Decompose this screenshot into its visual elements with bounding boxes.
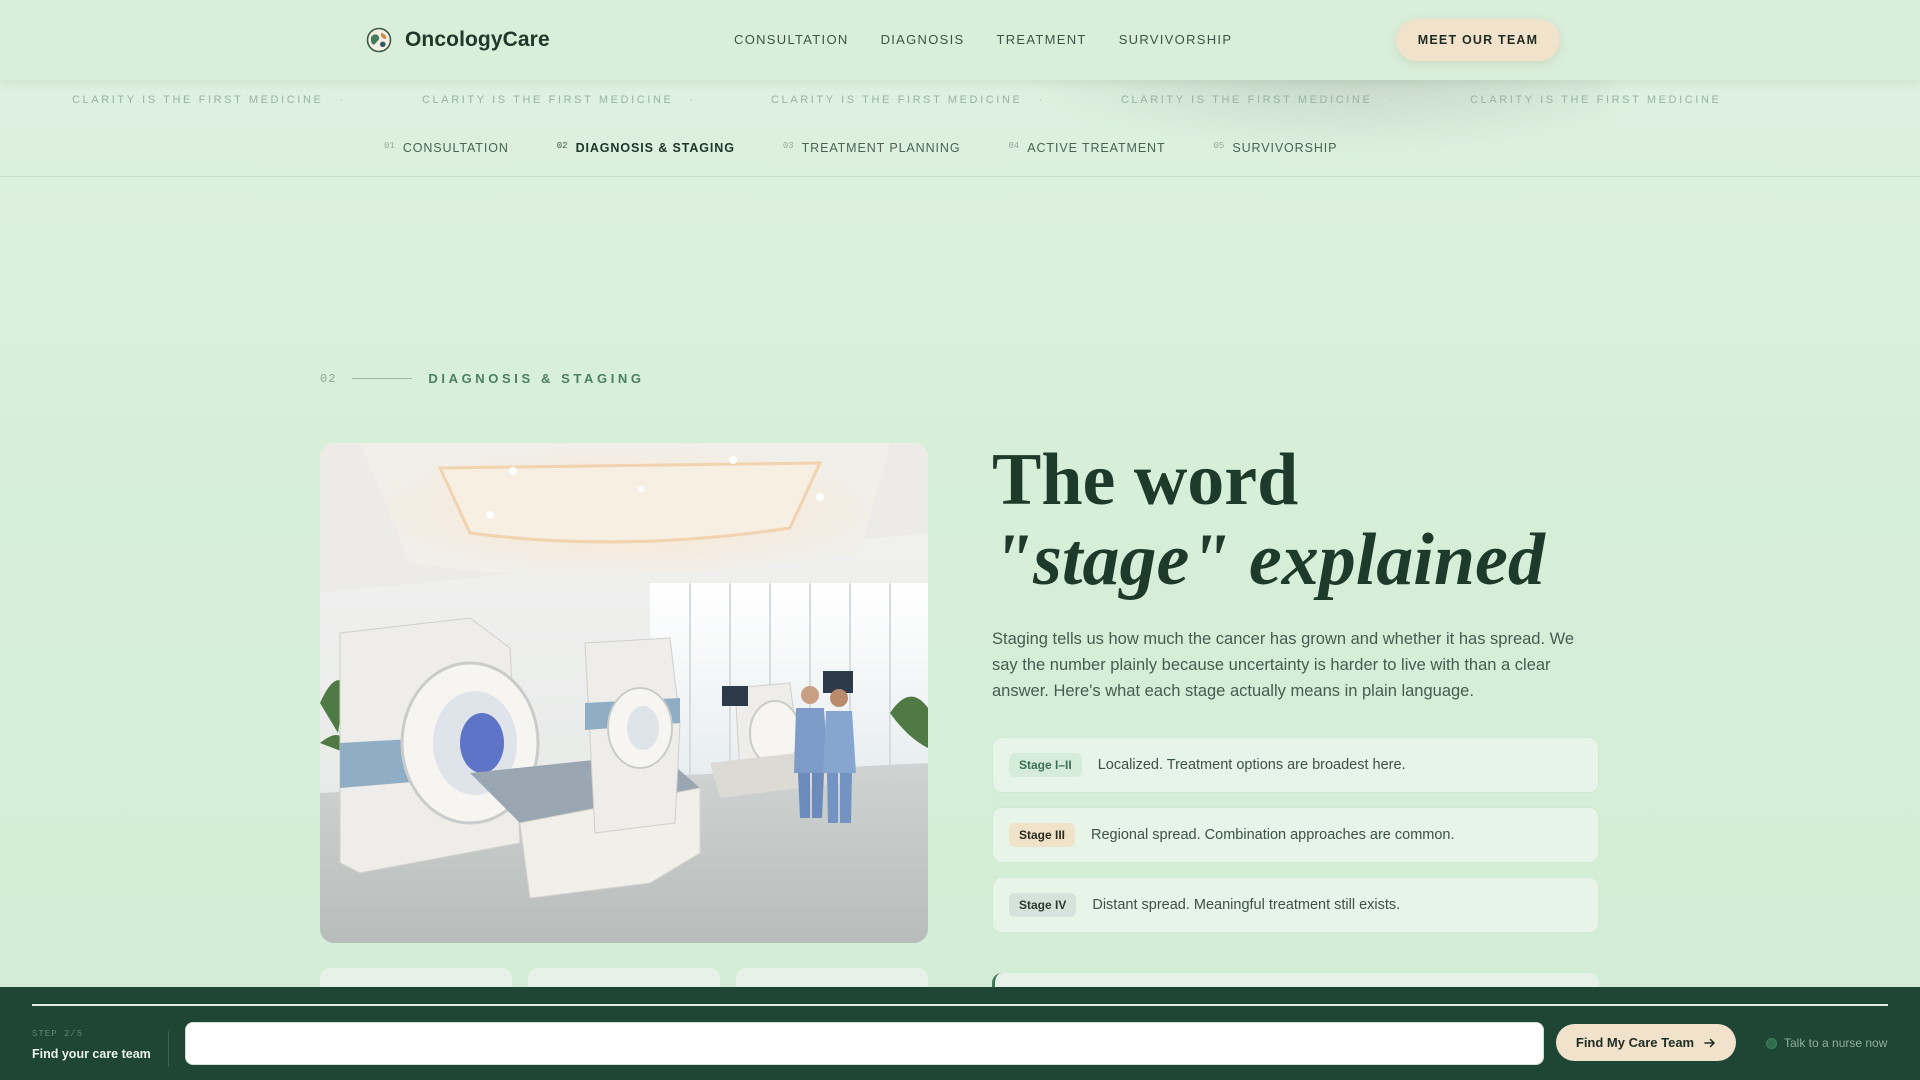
stage-row: Stage IV Distant spread. Meaningful trea…: [992, 877, 1599, 933]
marquee-item: CLARITY IS THE FIRST MEDICINE ·: [771, 94, 1045, 106]
step-label: TREATMENT PLANNING: [801, 141, 961, 155]
progress-fill: [32, 1004, 1888, 1006]
nav-consultation[interactable]: CONSULTATION: [734, 32, 849, 47]
online-status-icon: [1766, 1037, 1777, 1049]
step-number: 05: [1213, 141, 1225, 151]
globe-logo-icon: [366, 27, 392, 53]
step-label: ACTIVE TREATMENT: [1027, 141, 1166, 155]
marquee-item: CLARITY IS THE FIRST MEDICINE ·: [72, 94, 346, 106]
headline-line-2: "stage" explained: [992, 519, 1545, 601]
step-number: 04: [1008, 141, 1020, 151]
step-label: CONSULTATION: [402, 141, 509, 155]
nav-diagnosis[interactable]: DIAGNOSIS: [881, 32, 965, 47]
section-number: 02: [320, 371, 337, 386]
arrow-right-icon: [1704, 1038, 1716, 1047]
finder-title: Find your care team: [32, 1047, 151, 1061]
finder-divider: [168, 1031, 169, 1067]
step-number: 03: [782, 141, 794, 151]
step-number: 01: [384, 141, 395, 151]
marquee-item: CLARITY IS THE FIRST MEDICINE ·: [1121, 94, 1395, 106]
step-label: DIAGNOSIS & STAGING: [575, 141, 735, 155]
step-number: 02: [556, 141, 568, 151]
marquee-item: CLARITY IS THE FIRST MEDICINE: [1470, 94, 1722, 106]
step-tab-active-treatment[interactable]: 04 ACTIVE TREATMENT: [1008, 141, 1165, 155]
step-tab-consultation[interactable]: 01 CONSULTATION: [384, 141, 509, 155]
section-headline: The word "stage" explained: [992, 440, 1632, 600]
step-tab-diagnosis-staging[interactable]: 02 DIAGNOSIS & STAGING: [557, 141, 735, 155]
find-care-team-label: Find My Care Team: [1575, 1035, 1695, 1050]
stage-description: Regional spread. Combination approaches …: [1091, 827, 1455, 843]
stage-row: Stage III Regional spread. Combination a…: [992, 807, 1599, 863]
step-tab-treatment-planning[interactable]: 03 TREATMENT PLANNING: [783, 141, 961, 155]
stage-description: Localized. Treatment options are broades…: [1097, 757, 1406, 773]
section-title: DIAGNOSIS & STAGING: [428, 371, 645, 386]
meet-our-team-button[interactable]: MEET OUR TEAM: [1396, 19, 1560, 61]
nav-treatment[interactable]: TREATMENT: [997, 32, 1087, 47]
section-kicker: 02 DIAGNOSIS & STAGING: [320, 371, 645, 386]
section-lead-text: Staging tells us how much the cancer has…: [992, 630, 1575, 700]
imaging-room-photo: [320, 443, 928, 943]
talk-to-nurse-link[interactable]: Talk to a nurse now: [1766, 1036, 1887, 1050]
stage-list: Stage I–II Localized. Treatment options …: [992, 737, 1599, 947]
stage-description: Distant spread. Meaningful treatment sti…: [1092, 897, 1401, 913]
stage-row: Stage I–II Localized. Treatment options …: [992, 737, 1599, 793]
step-tab-survivorship[interactable]: 05 SURVIVORSHIP: [1214, 141, 1338, 155]
stage-tag: Stage I–II: [1009, 753, 1082, 777]
headline-line-1: The word: [992, 439, 1299, 521]
steps-divider: [0, 176, 1920, 177]
journey-steps: 01 CONSULTATION 02 DIAGNOSIS & STAGING 0…: [384, 141, 1337, 155]
top-nav: OncologyCare CONSULTATION DIAGNOSIS TREA…: [0, 0, 1920, 80]
brand-name: OncologyCare: [405, 28, 550, 51]
main-nav: CONSULTATION DIAGNOSIS TREATMENT SURVIVO…: [734, 32, 1232, 47]
care-team-search-input[interactable]: [185, 1022, 1544, 1065]
finder-step-indicator: STEP 2/5: [32, 1029, 84, 1039]
stage-tag: Stage III: [1009, 823, 1076, 847]
care-team-finder-bar: STEP 2/5 Find your care team Find My Car…: [0, 987, 1920, 1080]
nav-survivorship[interactable]: SURVIVORSHIP: [1119, 32, 1233, 47]
find-my-care-team-button[interactable]: Find My Care Team: [1556, 1024, 1736, 1061]
progress-track: [32, 1004, 1888, 1006]
brand[interactable]: OncologyCare: [366, 27, 550, 53]
stage-tag: Stage IV: [1009, 893, 1077, 917]
step-label: SURVIVORSHIP: [1232, 141, 1338, 155]
talk-to-nurse-label: Talk to a nurse now: [1784, 1036, 1888, 1050]
marquee-item: CLARITY IS THE FIRST MEDICINE ·: [422, 94, 696, 106]
kicker-divider: [352, 378, 413, 379]
marquee-banner: CLARITY IS THE FIRST MEDICINE · CLARITY I…: [0, 94, 1920, 116]
